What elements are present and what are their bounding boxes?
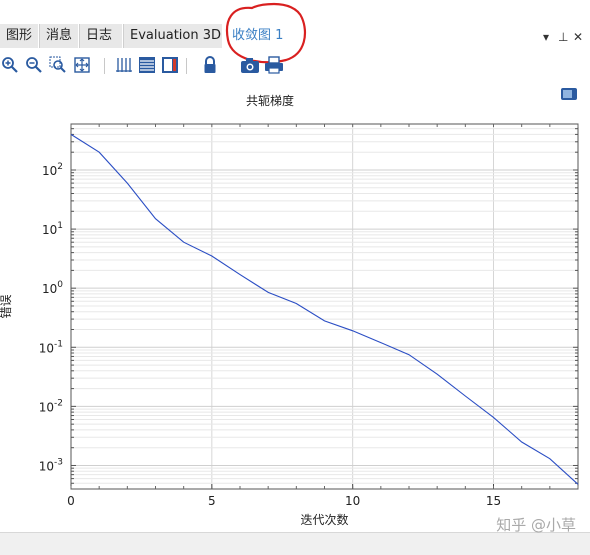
- y-tick-label: 10-1: [39, 339, 63, 355]
- chart-labels: 0 5 10 1510210110010-110-210-3: [39, 162, 501, 508]
- y-tick-exponent: -1: [54, 339, 63, 349]
- x-axis-label: 迭代次数: [300, 512, 348, 527]
- y-tick-base: 10: [39, 400, 54, 414]
- y-tick-exponent: 0: [57, 280, 63, 290]
- y-tick-label: 10-3: [39, 457, 63, 473]
- y-tick-exponent: -2: [54, 398, 63, 408]
- y-tick-base: 10: [42, 282, 57, 296]
- series-line: [70, 133, 579, 485]
- x-tick-label: 15: [486, 494, 501, 508]
- x-tick-label: 0: [67, 494, 75, 508]
- y-tick-label: 101: [42, 221, 63, 237]
- y-tick-base: 10: [39, 459, 54, 473]
- y-tick-base: 10: [42, 164, 57, 178]
- y-tick-label: 100: [42, 280, 63, 296]
- x-tick-label: 5: [208, 494, 216, 508]
- y-tick-base: 10: [42, 223, 57, 237]
- y-axis-label: 错误: [0, 294, 13, 318]
- y-tick-exponent: 1: [57, 221, 63, 231]
- chart-grid: [70, 123, 578, 490]
- watermark: 知乎 @小草: [496, 516, 576, 534]
- y-tick-label: 10-2: [39, 398, 63, 414]
- y-tick-label: 102: [42, 162, 63, 178]
- status-strip: [0, 532, 590, 555]
- x-tick-label: 10: [345, 494, 360, 508]
- y-tick-exponent: -3: [54, 457, 63, 467]
- y-tick-exponent: 2: [57, 162, 63, 172]
- y-tick-base: 10: [39, 341, 54, 355]
- convergence-chart: 0 5 10 1510210110010-110-210-3 迭代次数 错误: [0, 123, 579, 527]
